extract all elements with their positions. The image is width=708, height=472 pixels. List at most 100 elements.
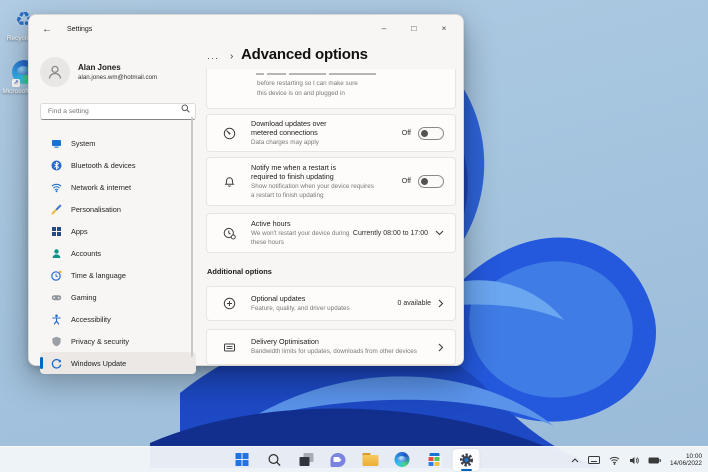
sidebar: Alan Jones alan.jones.wm@hotmail.com Sys… bbox=[29, 43, 207, 374]
sidebar-item-accessibility[interactable]: Accessibility bbox=[40, 308, 196, 330]
sidebar-item-personalisation[interactable]: Personalisation bbox=[40, 198, 196, 220]
sidebar-item-accounts[interactable]: Accounts bbox=[40, 242, 196, 264]
user-email: alan.jones.wm@hotmail.com bbox=[78, 74, 158, 81]
sidebar-item-label: Network & internet bbox=[71, 182, 132, 192]
wifi-icon[interactable] bbox=[609, 456, 620, 465]
accessibility-icon bbox=[50, 313, 62, 325]
chevron-right-icon[interactable] bbox=[438, 343, 444, 352]
apps-icon bbox=[50, 225, 62, 237]
system-tray: 10:00 14/06/2022 bbox=[571, 447, 702, 472]
sidebar-item-label: Time & language bbox=[71, 270, 126, 280]
time-language-icon bbox=[50, 269, 62, 281]
card-subtitle: Show notification when your device requi… bbox=[251, 183, 374, 199]
tray-chevron-up-icon[interactable] bbox=[571, 457, 579, 463]
card-notify-restart[interactable]: Notify me when a restart is required to … bbox=[206, 157, 456, 206]
gear-icon bbox=[459, 453, 473, 466]
card-subtitle: Feature, quality, and driver updates bbox=[251, 304, 350, 312]
back-icon[interactable]: ← bbox=[42, 24, 52, 35]
person-icon bbox=[48, 65, 62, 79]
taskbar-search-button[interactable] bbox=[261, 449, 288, 471]
search-icon bbox=[267, 453, 281, 466]
close-button[interactable]: × bbox=[429, 15, 459, 41]
clipped-text-smear bbox=[256, 73, 376, 75]
windows-logo-icon bbox=[235, 453, 249, 466]
sidebar-scrollbar[interactable] bbox=[191, 117, 193, 357]
card-delivery-optimisation[interactable]: Delivery Optimisation Bandwidth limits f… bbox=[206, 329, 456, 365]
shortcut-arrow-icon: ↗ bbox=[12, 79, 20, 87]
system-icon bbox=[50, 137, 62, 149]
card-subtitle: Data charges may apply bbox=[251, 138, 319, 146]
breadcrumb-separator-icon: › bbox=[230, 51, 234, 62]
chevron-down-icon[interactable] bbox=[435, 230, 444, 236]
window-title: Settings bbox=[67, 25, 93, 33]
page-title: Advanced options bbox=[241, 46, 368, 63]
sidebar-item-label: Windows Update bbox=[71, 358, 127, 368]
settings-button[interactable] bbox=[452, 448, 480, 471]
gauge-icon bbox=[223, 127, 235, 139]
privacy-security-icon bbox=[50, 335, 62, 347]
toggle-state-label: Off bbox=[401, 178, 411, 185]
card-title: Active hours bbox=[251, 219, 291, 228]
user-account[interactable]: Alan Jones alan.jones.wm@hotmail.com bbox=[40, 57, 196, 87]
search-icon bbox=[181, 104, 190, 113]
search-box[interactable] bbox=[40, 100, 196, 120]
card-restart-notify-partial[interactable]: before restarting so I can make sure thi… bbox=[206, 69, 456, 109]
clock[interactable]: 10:00 14/06/2022 bbox=[670, 453, 702, 468]
network-icon bbox=[50, 181, 62, 193]
card-title: Download updates over metered connection… bbox=[251, 118, 327, 137]
personalisation-icon bbox=[50, 203, 62, 215]
sidebar-item-label: Gaming bbox=[71, 292, 97, 302]
sidebar-item-privacy-security[interactable]: Privacy & security bbox=[40, 330, 196, 352]
sidebar-item-network-internet[interactable]: Network & internet bbox=[40, 176, 196, 198]
delivery-optimisation-icon bbox=[223, 343, 235, 351]
taskbar: 10:00 14/06/2022 bbox=[0, 446, 708, 472]
active-hours-value: Currently 08:00 to 17:00 bbox=[352, 229, 428, 237]
chevron-right-icon[interactable] bbox=[438, 299, 444, 308]
optional-updates-count: 0 available bbox=[397, 300, 431, 307]
titlebar[interactable]: ← Settings – □ × bbox=[29, 15, 463, 43]
partial-line: this device is on and plugged in bbox=[257, 89, 345, 97]
notify-toggle[interactable] bbox=[418, 175, 444, 188]
sidebar-item-apps[interactable]: Apps bbox=[40, 220, 196, 242]
chat-icon bbox=[330, 452, 346, 467]
store-button[interactable] bbox=[421, 449, 448, 471]
metered-toggle[interactable] bbox=[418, 126, 444, 140]
search-input[interactable] bbox=[40, 103, 196, 120]
card-optional-updates[interactable]: Optional updates Feature, quality, and d… bbox=[206, 286, 456, 321]
partial-line: before restarting so I can make sure bbox=[257, 80, 358, 87]
sidebar-item-time-language[interactable]: Time & language bbox=[40, 264, 196, 286]
minimize-button[interactable]: – bbox=[369, 15, 399, 41]
sidebar-item-label: Apps bbox=[71, 226, 88, 236]
card-title: Notify me when a restart is required to … bbox=[251, 163, 337, 181]
touch-keyboard-icon[interactable] bbox=[588, 456, 600, 464]
sidebar-item-bluetooth-devices[interactable]: Bluetooth & devices bbox=[40, 154, 196, 176]
toggle-state-label: Off bbox=[401, 129, 411, 137]
settings-window: ← Settings – □ × Alan Jones alan.jones.w… bbox=[28, 14, 464, 374]
sidebar-item-windows-update[interactable]: Windows Update bbox=[40, 352, 196, 374]
active-hours-icon bbox=[223, 227, 236, 239]
maximize-button[interactable]: □ bbox=[399, 15, 429, 41]
folder-icon bbox=[362, 453, 378, 466]
card-metered-connections[interactable]: Download updates over metered connection… bbox=[206, 114, 456, 152]
avatar bbox=[40, 57, 70, 87]
sidebar-item-label: Bluetooth & devices bbox=[71, 160, 136, 170]
battery-icon[interactable] bbox=[648, 457, 661, 464]
sidebar-item-system[interactable]: System bbox=[40, 132, 196, 154]
sidebar-item-gaming[interactable]: Gaming bbox=[40, 286, 196, 308]
windows-update-icon bbox=[50, 357, 62, 369]
sidebar-item-label: System bbox=[71, 138, 96, 148]
volume-icon[interactable] bbox=[629, 456, 639, 465]
bluetooth-icon bbox=[50, 159, 62, 171]
gaming-icon bbox=[50, 291, 62, 303]
optional-updates-icon bbox=[223, 297, 235, 310]
edge-button[interactable] bbox=[389, 449, 416, 471]
file-explorer-button[interactable] bbox=[357, 449, 384, 471]
chat-button[interactable] bbox=[325, 449, 352, 471]
breadcrumb-overflow[interactable]: ··· bbox=[207, 53, 219, 63]
sidebar-item-label: Accessibility bbox=[71, 314, 111, 324]
card-active-hours[interactable]: Active hours We won't restart your devic… bbox=[206, 213, 456, 253]
card-title: Delivery Optimisation bbox=[251, 337, 319, 347]
start-button[interactable] bbox=[229, 449, 256, 471]
task-view-button[interactable] bbox=[293, 449, 320, 471]
store-icon bbox=[427, 452, 441, 467]
